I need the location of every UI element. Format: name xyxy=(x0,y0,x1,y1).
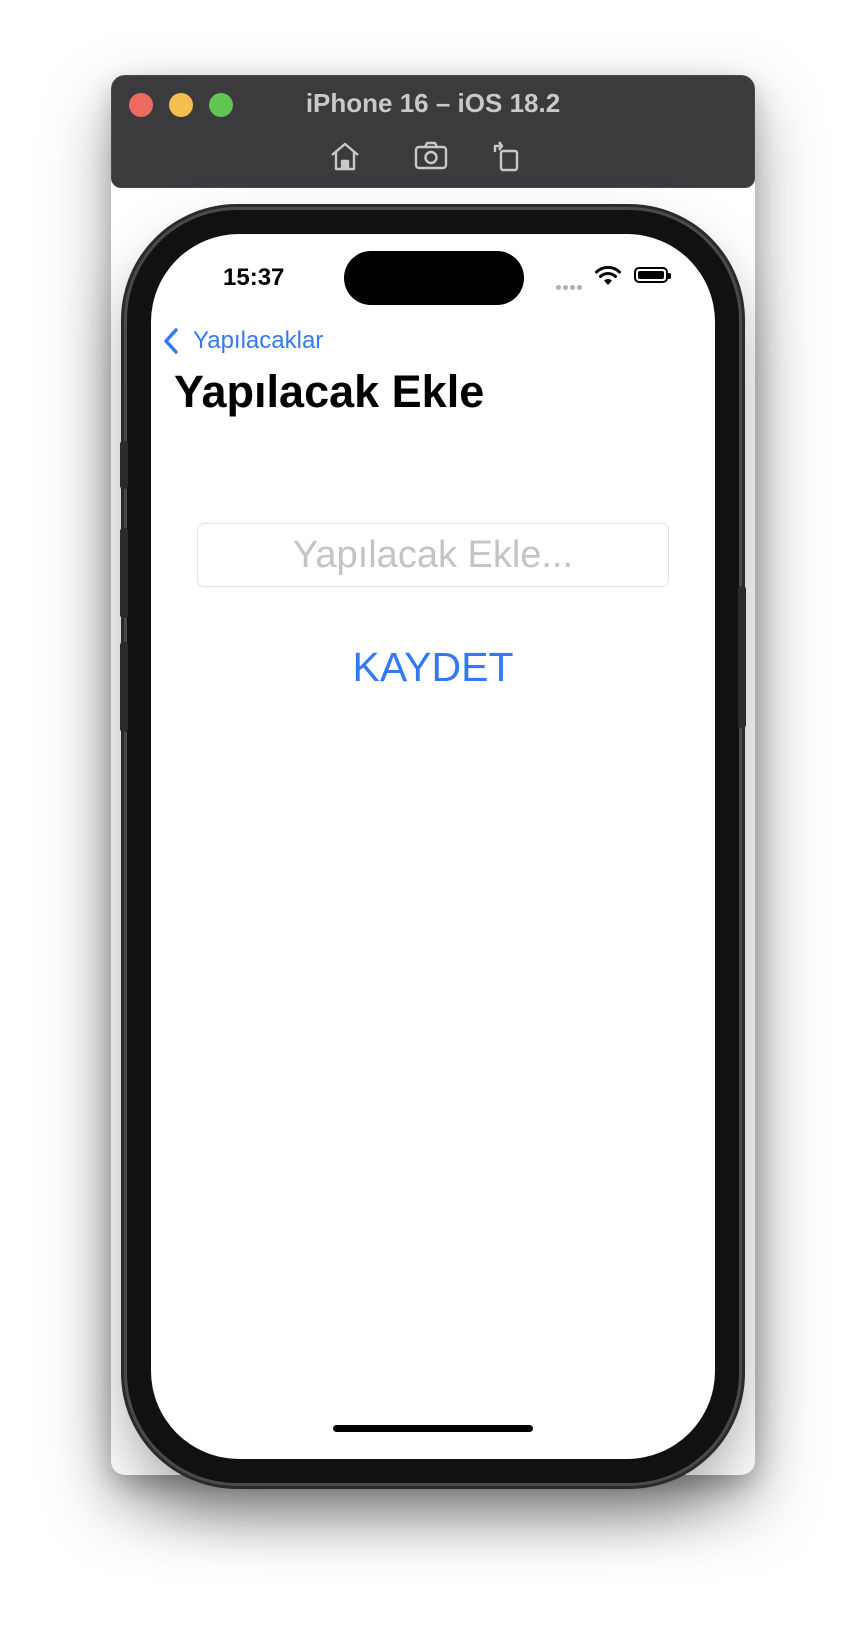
home-icon[interactable] xyxy=(327,138,363,174)
save-button[interactable]: KAYDET xyxy=(301,639,565,695)
home-indicator[interactable] xyxy=(333,1425,533,1432)
device-screen: 15:37 Yapılacaklar Yapılacak Ekle KAYDET xyxy=(151,234,715,1459)
volume-down-button xyxy=(120,642,128,732)
todo-input[interactable] xyxy=(197,523,669,587)
simulator-titlebar: iPhone 16 – iOS 18.2 xyxy=(111,75,755,188)
battery-icon xyxy=(634,267,671,283)
back-button-label: Yapılacaklar xyxy=(193,327,324,354)
status-time: 15:37 xyxy=(223,264,285,291)
volume-up-button xyxy=(120,528,128,618)
dynamic-island xyxy=(344,251,524,305)
rotate-icon[interactable] xyxy=(489,138,525,174)
side-power-button xyxy=(738,586,746,728)
wifi-icon xyxy=(594,265,622,287)
chevron-left-icon xyxy=(164,328,178,354)
cellular-signal-icon xyxy=(556,277,584,295)
screenshot-camera-icon[interactable] xyxy=(413,138,449,174)
back-button[interactable]: Yapılacaklar xyxy=(161,321,323,361)
page-title: Yapılacak Ekle xyxy=(174,366,485,417)
action-button xyxy=(120,441,128,489)
window-title: iPhone 16 – iOS 18.2 xyxy=(305,88,561,118)
